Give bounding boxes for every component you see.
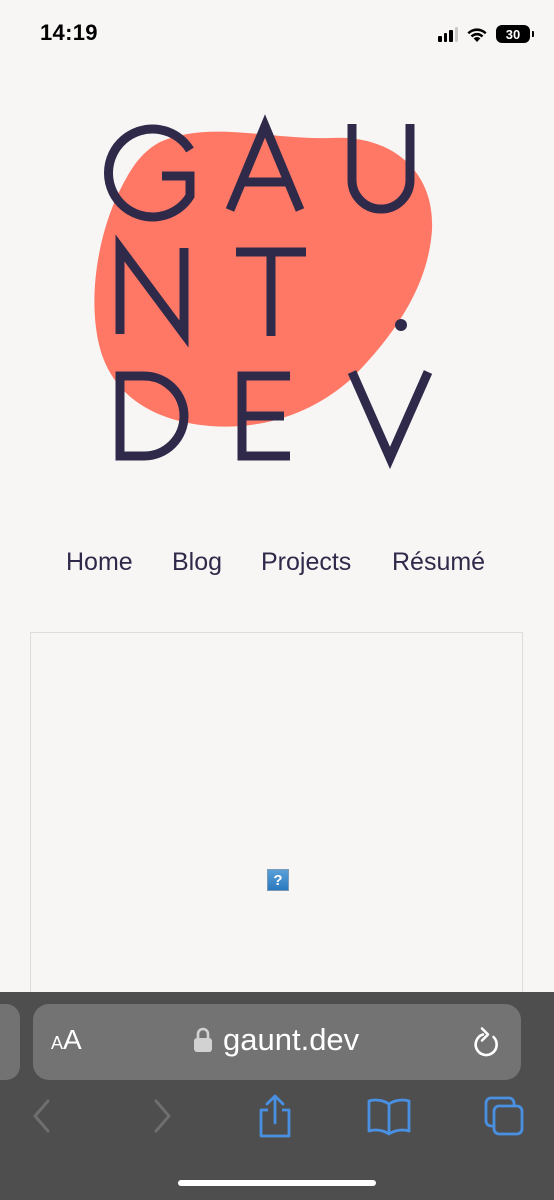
wifi-icon <box>467 27 487 42</box>
status-icons: 30 <box>438 22 534 46</box>
reload-icon[interactable] <box>471 1024 501 1058</box>
lock-icon <box>194 1027 212 1052</box>
battery-icon: 30 <box>496 25 534 43</box>
site-logo[interactable] <box>90 110 460 480</box>
back-button[interactable] <box>18 1092 66 1140</box>
forward-button[interactable] <box>138 1092 186 1140</box>
tabs-button[interactable] <box>480 1092 528 1140</box>
back-icon <box>33 1099 50 1133</box>
tabs-icon <box>484 1096 524 1136</box>
nav-link-resume[interactable]: Résumé <box>392 548 485 577</box>
bookmarks-icon <box>367 1098 411 1136</box>
address-bar[interactable]: AA gaunt.dev <box>33 1004 521 1080</box>
home-indicator[interactable] <box>178 1180 376 1186</box>
previous-tab-edge[interactable] <box>0 1004 20 1080</box>
url-text: gaunt.dev <box>223 1022 360 1057</box>
site-nav: Home Blog Projects Résumé <box>0 544 554 584</box>
status-time: 14:19 <box>40 20 98 45</box>
share-button[interactable] <box>251 1092 299 1140</box>
broken-image-icon: ? <box>267 869 289 891</box>
safari-bottom-bar: AA gaunt.dev <box>0 992 554 1200</box>
cellular-signal-icon <box>438 26 458 42</box>
share-icon <box>259 1094 291 1138</box>
status-bar: 14:19 30 <box>0 0 554 70</box>
nav-link-blog[interactable]: Blog <box>172 548 222 577</box>
bookmarks-button[interactable] <box>365 1092 413 1140</box>
content-embed-frame: ? <box>30 632 523 1052</box>
logo-wordmark <box>103 114 433 470</box>
text-size-button[interactable]: AA <box>51 1024 82 1056</box>
forward-icon <box>154 1099 171 1133</box>
url-display[interactable]: gaunt.dev <box>193 1022 359 1058</box>
nav-link-home[interactable]: Home <box>66 548 133 577</box>
nav-link-projects[interactable]: Projects <box>261 548 351 577</box>
